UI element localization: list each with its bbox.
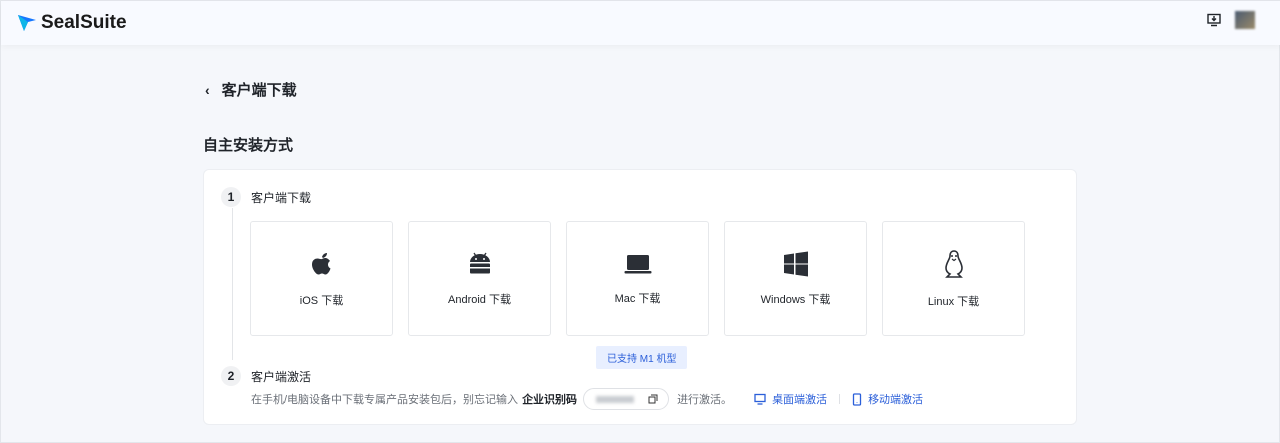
section-title: 自主安装方式 <box>203 137 294 154</box>
desktop-activation-link[interactable]: 桌面端激活 <box>754 391 827 407</box>
divider <box>839 394 841 404</box>
laptop-icon <box>624 254 651 273</box>
activation-text-after: 进行激活。 <box>677 394 733 406</box>
download-ios[interactable]: iOS 下载 <box>250 221 393 336</box>
step-activate: 2 客户端激活 <box>221 366 311 386</box>
mobile-phone-icon <box>852 392 862 406</box>
desktop-activation-label: 桌面端激活 <box>772 394 828 406</box>
mobile-activation-label: 移动端激活 <box>868 394 924 406</box>
chevron-left-icon: ‹ <box>205 81 210 98</box>
m1-support-badge: 已支持 M1 机型 <box>596 346 688 369</box>
step-download: 1 客户端下载 <box>221 187 311 207</box>
linux-icon <box>944 249 963 278</box>
android-icon <box>469 252 490 273</box>
apple-icon <box>311 252 330 274</box>
tile-label: Linux 下载 <box>927 295 980 308</box>
download-client-icon[interactable] <box>1207 13 1221 27</box>
install-card: 1 客户端下载 iOS 下载 Android 下载 Mac 下载 Windows… <box>203 169 1077 425</box>
windows-icon <box>783 251 808 276</box>
step-number: 1 <box>221 187 241 207</box>
monitor-icon <box>754 393 766 405</box>
enterprise-code-value <box>596 395 635 403</box>
brand-name: SealSuite <box>41 12 127 33</box>
download-linux[interactable]: Linux 下载 <box>882 221 1025 336</box>
activation-text: 在手机/电脑设备中下载专属产品安装包后，别忘记输入 <box>251 394 519 406</box>
top-header: SealSuite <box>1 1 1280 45</box>
mobile-activation-link[interactable]: 移动端激活 <box>852 391 923 407</box>
brand-logo[interactable]: SealSuite <box>17 12 127 34</box>
download-mac[interactable]: Mac 下载 <box>566 221 709 336</box>
enterprise-code-field <box>583 388 670 410</box>
sealsuite-logo-icon <box>18 15 36 31</box>
code-label: 企业识别码 <box>522 394 578 406</box>
download-android[interactable]: Android 下载 <box>408 221 551 336</box>
tile-label: Mac 下载 <box>614 292 661 305</box>
step-label: 客户端激活 <box>251 369 312 384</box>
tile-label: Windows 下载 <box>760 293 831 306</box>
tile-label: iOS 下载 <box>299 294 344 307</box>
activation-description: 在手机/电脑设备中下载专属产品安装包后，别忘记输入 企业识别码 进行激活。 桌面… <box>251 388 923 410</box>
copy-icon[interactable] <box>648 394 658 404</box>
tile-label: Android 下载 <box>448 293 511 306</box>
back-button[interactable]: ‹ 客户端下载 <box>205 79 297 100</box>
download-windows[interactable]: Windows 下载 <box>724 221 867 336</box>
user-avatar[interactable] <box>1235 11 1255 29</box>
page-title: 客户端下载 <box>221 82 297 99</box>
step-connector <box>232 208 233 360</box>
step-number: 2 <box>221 366 241 386</box>
step-label: 客户端下载 <box>251 190 312 205</box>
